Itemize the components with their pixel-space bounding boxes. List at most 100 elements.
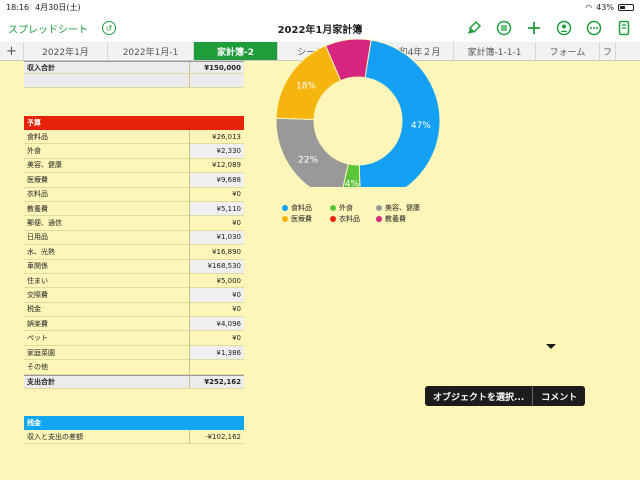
budget-item-label: 医療費 — [24, 173, 190, 187]
budget-row[interactable]: 交際費 ¥0 — [24, 288, 244, 303]
budget-item-label: 家庭菜園 — [24, 345, 190, 360]
legend-swatch — [330, 205, 336, 211]
donut-slice-1[interactable] — [358, 39, 441, 187]
wifi-icon: ◠ — [585, 2, 593, 12]
income-total-value: ¥150,000 — [190, 62, 244, 73]
back-to-spreadsheets-button[interactable]: スプレッドシート — [8, 21, 88, 36]
budget-item-value: ¥9,688 — [190, 173, 244, 187]
budget-item-label: 外食 — [24, 144, 190, 158]
legend-swatch — [282, 205, 288, 211]
legend-swatch — [330, 216, 336, 222]
balance-label: 収入と支出の差額 — [24, 430, 190, 444]
balance-value: -¥102,162 — [205, 432, 241, 441]
budget-row[interactable]: 税金 ¥0 — [24, 302, 244, 318]
popup-arrow — [546, 344, 556, 349]
balance-header: 残金 — [24, 416, 244, 430]
legend-item: 医療費 — [282, 214, 330, 224]
legend-label: 外食 — [339, 204, 353, 212]
legend-label: 美容、健康 — [385, 204, 420, 212]
budget-item-value: ¥0 — [232, 219, 241, 228]
undo-icon[interactable]: ↺ — [102, 21, 116, 35]
collaborate-icon[interactable] — [556, 20, 572, 36]
budget-total-label: 支出合計 — [24, 375, 190, 389]
budget-row[interactable]: 水、光熱 ¥16,890 — [24, 245, 244, 260]
budget-item-value: ¥4,096 — [190, 317, 244, 331]
budget-row[interactable]: 教養費 ¥5,110 — [24, 201, 244, 217]
legend-swatch — [376, 216, 382, 222]
budget-item-label: 娯楽費 — [24, 317, 190, 331]
tab-7[interactable]: フォーム — [536, 42, 600, 60]
legend-item: 美容、健康 — [376, 203, 446, 213]
budget-donut-chart[interactable]: 47% 4% 22% 18% — [274, 39, 442, 187]
budget-item-label: 教養費 — [24, 201, 190, 216]
legend-swatch — [376, 205, 382, 211]
tab-8[interactable]: フ — [600, 42, 616, 60]
budget-header: 予算 — [24, 116, 244, 130]
budget-row[interactable]: 食料品 ¥26,013 — [24, 130, 244, 145]
comment-button[interactable]: コメント — [533, 386, 585, 406]
context-popup: オブジェクトを選択... コメント — [425, 386, 586, 406]
battery-icon — [618, 3, 634, 11]
legend-item: 教養費 — [376, 214, 446, 224]
budget-item-value: ¥26,013 — [212, 132, 241, 141]
income-blank-row[interactable] — [24, 74, 244, 88]
budget-item-value: ¥168,530 — [190, 259, 244, 273]
status-right: ◠ 43% — [585, 3, 634, 12]
donut-value-label: 18% — [296, 81, 316, 91]
budget-table: 予算 食料品 ¥26,013 外食 ¥2,330 美容、健康 ¥12,089 医療費 ¥9,6… — [24, 116, 244, 390]
donut-value-label: 4% — [345, 180, 360, 187]
format-list-icon[interactable] — [496, 20, 512, 36]
budget-total-row[interactable]: 支出合計 ¥252,162 — [24, 374, 244, 390]
budget-item-label: 衣料品 — [24, 187, 190, 201]
chart-legend: 食料品 外食 美容、健康 医療費 衣料品 教養費 — [282, 203, 446, 224]
budget-row[interactable]: 衣料品 ¥0 — [24, 187, 244, 202]
donut-slice-3[interactable] — [275, 117, 349, 187]
document-view-icon[interactable] — [616, 20, 632, 36]
legend-swatch — [282, 216, 288, 222]
budget-item-value: ¥5,000 — [216, 276, 242, 285]
budget-row[interactable]: ペット ¥0 — [24, 331, 244, 346]
budget-item-value: ¥1,386 — [190, 345, 244, 360]
status-time: 18:16 — [6, 2, 30, 12]
select-object-button[interactable]: オブジェクトを選択... — [425, 386, 532, 406]
budget-item-label: 車関係 — [24, 259, 190, 273]
budget-item-label: 食料品 — [24, 130, 190, 144]
budget-row[interactable]: 日用品 ¥1,030 — [24, 230, 244, 246]
budget-row[interactable]: 美容、健康 ¥12,089 — [24, 158, 244, 174]
income-total-label: 収入合計 — [24, 62, 190, 73]
budget-row[interactable]: 家庭菜園 ¥1,386 — [24, 345, 244, 361]
budget-row[interactable]: 車関係 ¥168,530 — [24, 259, 244, 274]
budget-row[interactable]: 娯楽費 ¥4,096 — [24, 317, 244, 332]
budget-item-label: 美容、健康 — [24, 158, 190, 173]
balance-row[interactable]: 収入と支出の差額 -¥102,162 — [24, 430, 244, 445]
budget-item-label: 水、光熱 — [24, 245, 190, 259]
tab-6[interactable]: 家計簿-1-1-1 — [454, 42, 536, 60]
legend-item: 外食 — [330, 203, 376, 213]
legend-label: 教養費 — [385, 215, 406, 223]
legend-label: 衣料品 — [339, 215, 360, 223]
budget-row[interactable]: 外食 ¥2,330 — [24, 144, 244, 159]
income-total-row[interactable]: 収入合計 ¥150,000 — [24, 61, 244, 74]
budget-item-value: ¥12,089 — [212, 161, 241, 170]
income-blank-value — [190, 74, 244, 87]
add-icon[interactable] — [526, 20, 542, 36]
income-blank-label — [24, 74, 190, 87]
income-table: 収入合計 ¥150,000 — [24, 61, 244, 88]
budget-item-label: 郵便、通信 — [24, 216, 190, 230]
add-sheet-icon[interactable]: + — [0, 42, 24, 60]
more-icon[interactable] — [586, 20, 602, 36]
tab-3[interactable]: 家計簿-2 — [194, 42, 278, 60]
budget-item-label: 日用品 — [24, 230, 190, 245]
budget-row[interactable]: 住まい ¥5,000 — [24, 273, 244, 289]
balance-table: 残金 収入と支出の差額 -¥102,162 — [24, 416, 244, 445]
budget-item-value: ¥16,890 — [212, 247, 241, 256]
battery-percent: 43% — [596, 2, 614, 12]
budget-row[interactable]: 医療費 ¥9,688 — [24, 173, 244, 188]
tab-2[interactable]: 2022年1月-1 — [108, 42, 194, 60]
budget-item-value: ¥1,030 — [190, 230, 244, 245]
status-date: 4月30日(土) — [35, 2, 81, 12]
budget-row[interactable]: 郵便、通信 ¥0 — [24, 216, 244, 231]
tab-1[interactable]: 2022年1月 — [24, 42, 108, 60]
budget-row[interactable]: その他 — [24, 360, 244, 375]
format-brush-icon[interactable] — [466, 20, 482, 36]
